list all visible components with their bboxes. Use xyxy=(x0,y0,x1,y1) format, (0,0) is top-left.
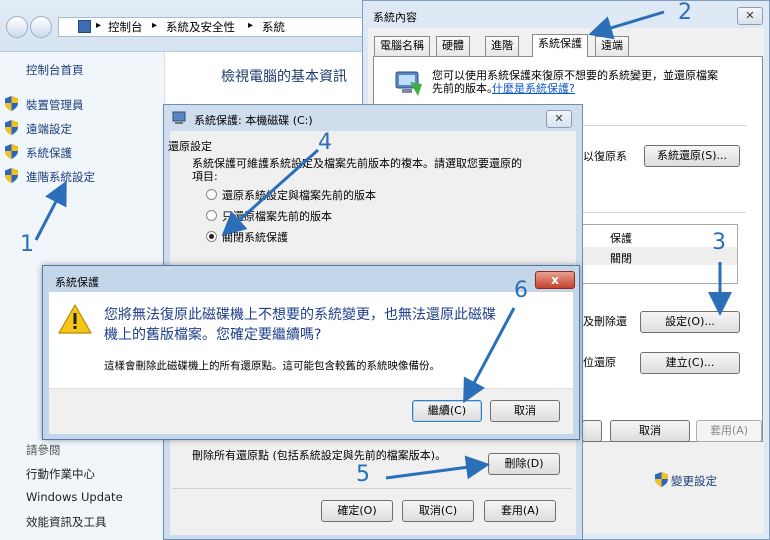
annotation-arrows xyxy=(34,10,732,480)
annotation-3: 3 xyxy=(712,230,726,255)
arrow-5 xyxy=(385,455,490,480)
tab-system-protection[interactable]: 系統保護 xyxy=(532,34,588,57)
arrow-4 xyxy=(221,148,319,236)
arrow-1 xyxy=(34,180,67,241)
arrow-2 xyxy=(588,10,665,40)
arrow-6 xyxy=(463,307,516,404)
annotation-4: 4 xyxy=(318,130,332,155)
annotation-5: 5 xyxy=(356,462,370,487)
annotation-2: 2 xyxy=(678,0,692,25)
annotation-6: 6 xyxy=(514,278,528,303)
annotation-1: 1 xyxy=(20,232,34,257)
